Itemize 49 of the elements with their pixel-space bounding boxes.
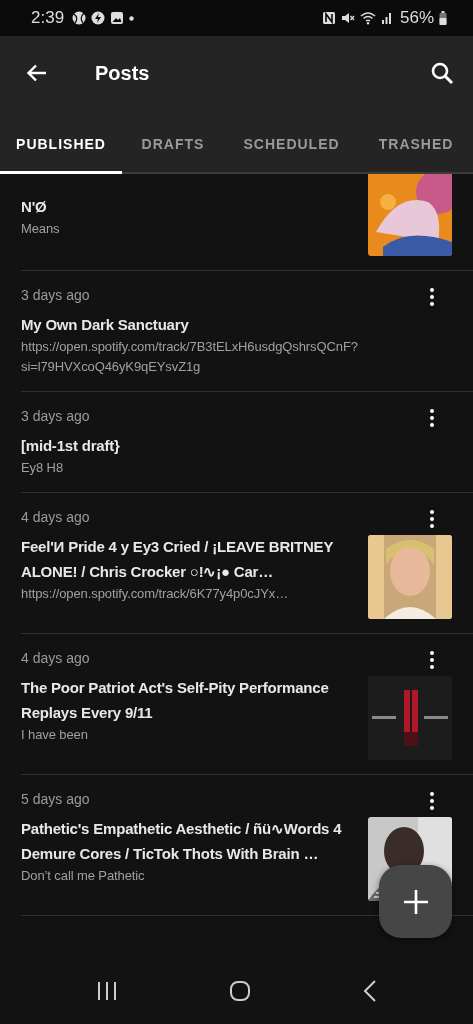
post-item[interactable]: N'Ø Means xyxy=(21,174,473,271)
post-excerpt: https://open.spotify.com/track/7B3tELxH6usdgQshrsQCnF?si=l79HVXcoQ46yK9qEYsvZ1g xyxy=(21,338,359,376)
post-date: 3 days ago xyxy=(21,408,91,425)
post-title[interactable]: [mid-1st draft} xyxy=(21,433,423,458)
post-title[interactable]: Pathetic's Empathetic Aesthetic / ñü∿Words 4 Demure Cores / TicTok Thots With Brain … xyxy=(21,816,358,866)
post-item[interactable]: 3 days ago My Own Dark Sanctuary https://open.spotify.com/track/7B3tELxH6usdgQshrsQCnF?si=l79HVXcoQ46yK9qEYsvZ1g xyxy=(21,271,473,392)
tab[interactable]: TRASHED xyxy=(359,110,473,174)
page-title: Posts xyxy=(95,61,151,85)
recent-apps-button[interactable] xyxy=(95,981,118,1001)
post-title[interactable]: N'Ø xyxy=(21,194,358,219)
tab[interactable]: DRAFTS xyxy=(122,110,224,174)
bolt-circle-icon xyxy=(91,11,106,25)
back-nav-button[interactable] xyxy=(363,980,378,1002)
more-options-button[interactable] xyxy=(427,408,437,428)
post-excerpt: I have been xyxy=(21,726,89,744)
home-button[interactable] xyxy=(229,980,252,1002)
more-options-button[interactable] xyxy=(427,791,437,811)
post-excerpt: Don’t call me Pathetic xyxy=(21,867,146,885)
post-title[interactable]: The Poor Patriot Act's Self-Pity Performance Replays Every 9/11 xyxy=(21,675,358,725)
post-excerpt: Means xyxy=(21,220,61,238)
post-title[interactable]: My Own Dark Sanctuary xyxy=(21,312,423,337)
plus-icon xyxy=(402,888,429,915)
more-options-button[interactable] xyxy=(427,650,437,670)
ball-icon xyxy=(72,11,87,25)
post-date: 4 days ago xyxy=(21,509,91,526)
more-options-button[interactable] xyxy=(427,509,437,529)
wifi-icon xyxy=(359,11,376,25)
post-excerpt: https://open.spotify.com/track/6K77y4p0cJYx… xyxy=(21,585,290,603)
signal-icon xyxy=(380,12,393,24)
dot-icon xyxy=(129,15,135,21)
post-title[interactable]: Feel'И Pride 4 y Ey3 Cried / ¡LEAVE BRITNEY ALONE! / Chris Crocker ○!∿¡● Car… xyxy=(21,534,358,584)
more-options-button[interactable] xyxy=(427,287,437,307)
tab[interactable]: PUBLISHED xyxy=(0,110,122,174)
status-time: 2:39 xyxy=(31,8,65,28)
battery-level: 56% xyxy=(399,8,434,28)
nfc-icon xyxy=(321,11,336,25)
post-date: 3 days ago xyxy=(21,287,91,304)
battery-icon xyxy=(439,11,447,25)
image-icon xyxy=(110,11,125,25)
tab[interactable]: SCHEDULED xyxy=(223,110,360,174)
search-button[interactable] xyxy=(429,60,455,86)
mute-icon xyxy=(340,11,355,25)
post-excerpt: Ey8 H8 xyxy=(21,459,65,477)
add-post-button[interactable] xyxy=(379,865,452,938)
post-item[interactable]: 4 days ago Feel'И Pride 4 y Ey3 Cried / ¡LEAVE BRITNEY ALONE! / Chris Crocker ○!∿¡● Car… https://open.spotify.com/track/6K77y4p0cJYx… xyxy=(21,493,473,634)
post-item[interactable]: 3 days ago [mid-1st draft} Ey8 H8 xyxy=(21,392,473,493)
post-item[interactable]: 4 days ago The Poor Patriot Act's Self-Pity Performance Replays Every 9/11 I have been xyxy=(21,634,473,775)
post-date: 5 days ago xyxy=(21,791,91,808)
post-date: 4 days ago xyxy=(21,650,91,667)
